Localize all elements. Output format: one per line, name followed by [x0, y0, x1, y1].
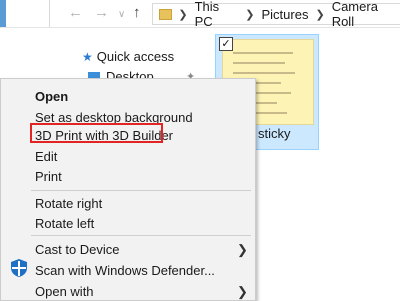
- window-edge-accent: [0, 0, 6, 27]
- menu-item-rotate-left[interactable]: Rotate left: [35, 216, 94, 232]
- address-bar[interactable]: ❯ This PC ❯ Pictures ❯ Camera Roll: [152, 0, 400, 29]
- toolbar-divider: [0, 27, 400, 28]
- menu-item-print[interactable]: Print: [35, 169, 62, 185]
- menu-item-open-with[interactable]: Open with: [35, 284, 94, 300]
- menu-item-open[interactable]: Open: [35, 89, 68, 105]
- windows-defender-shield-icon: [11, 259, 27, 277]
- breadcrumb-separator-icon[interactable]: ❯: [178, 8, 187, 21]
- breadcrumb-pictures[interactable]: Pictures: [262, 7, 309, 22]
- nav-quick-access[interactable]: ★ Quick access: [82, 49, 174, 64]
- up-arrow-icon[interactable]: ↑: [133, 5, 141, 21]
- star-icon: ★: [82, 49, 93, 64]
- breadcrumb-separator-icon[interactable]: ❯: [245, 8, 254, 21]
- highlight-box: [30, 123, 163, 143]
- quick-access-label: Quick access: [96, 49, 175, 64]
- breadcrumb-this-pc[interactable]: This PC: [195, 0, 239, 29]
- context-menu: Open Set as desktop background 3D Print …: [0, 78, 256, 301]
- forward-arrow-icon[interactable]: →: [94, 5, 109, 21]
- window-edge: [0, 0, 50, 27]
- selection-checkbox[interactable]: ✓: [219, 37, 233, 51]
- menu-separator: [31, 190, 251, 191]
- menu-item-edit[interactable]: Edit: [35, 149, 57, 165]
- menu-item-cast-to-device[interactable]: Cast to Device: [35, 242, 120, 258]
- breadcrumb-separator-icon[interactable]: ❯: [315, 8, 324, 21]
- menu-separator: [31, 235, 251, 236]
- menu-item-rotate-right[interactable]: Rotate right: [35, 196, 102, 212]
- menu-item-scan-windows-defender[interactable]: Scan with Windows Defender...: [35, 263, 215, 279]
- back-arrow-icon[interactable]: ←: [68, 5, 83, 21]
- submenu-chevron-icon: ❯: [237, 284, 248, 299]
- recent-locations-chevron-icon[interactable]: ∨: [118, 7, 125, 23]
- breadcrumb-camera-roll[interactable]: Camera Roll: [332, 0, 400, 29]
- submenu-chevron-icon: ❯: [237, 242, 248, 257]
- folder-icon: [159, 8, 173, 20]
- file-name-label: sticky: [258, 126, 291, 141]
